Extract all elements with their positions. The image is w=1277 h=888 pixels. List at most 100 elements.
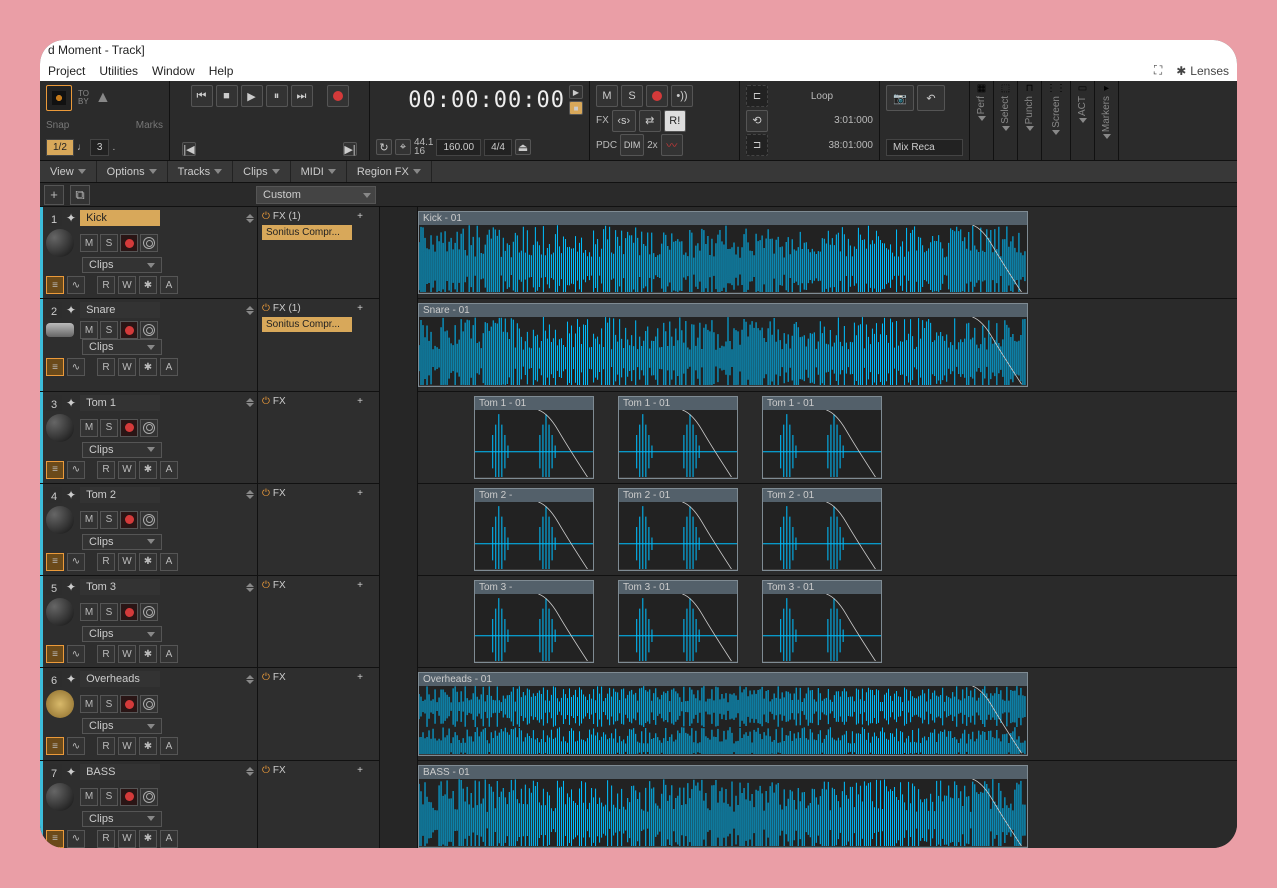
track-write-button[interactable]: W bbox=[118, 461, 136, 479]
track-collapse-toggle[interactable] bbox=[246, 675, 254, 684]
track-archive-button[interactable]: A bbox=[160, 737, 178, 755]
regionfx-tab[interactable]: Region FX bbox=[347, 161, 432, 182]
track-solo-button[interactable]: S bbox=[100, 321, 118, 339]
tc-step-play-button[interactable]: ▶ bbox=[569, 85, 583, 99]
goto-end-button[interactable]: ▶| bbox=[343, 142, 357, 156]
play-button[interactable]: ▶ bbox=[241, 85, 263, 107]
track-clips-select[interactable]: Clips bbox=[82, 718, 162, 734]
timeline-pane[interactable]: Kick - 01 Snare - 01 Tom 1 - 01 Tom 1 - … bbox=[418, 207, 1237, 848]
clip-fadeout[interactable] bbox=[967, 225, 1027, 292]
lenses-button[interactable]: ✱ Lenses bbox=[1176, 64, 1229, 78]
track-automation-lane-button[interactable]: ≡ bbox=[46, 830, 64, 848]
clip-fadeout[interactable] bbox=[533, 502, 593, 569]
tc-mode-button[interactable]: ■ bbox=[569, 101, 583, 115]
loop-toggle-icon[interactable]: ⟲ bbox=[746, 110, 768, 132]
track-arm-button[interactable] bbox=[120, 234, 138, 252]
track-envelope-button[interactable]: ∿ bbox=[67, 830, 85, 848]
track-read-button[interactable]: R bbox=[97, 358, 115, 376]
audio-clip[interactable]: Tom 2 - 01 bbox=[762, 488, 882, 571]
track-clips-select[interactable]: Clips bbox=[82, 626, 162, 642]
track-read-button[interactable]: R bbox=[97, 276, 115, 294]
fx-count[interactable]: FX bbox=[273, 672, 286, 683]
track-strip[interactable]: 2 ✦ Snare M S Clips ≡ ∿ bbox=[40, 299, 379, 391]
track-read-button[interactable]: R bbox=[97, 553, 115, 571]
track-monitor-button[interactable] bbox=[140, 234, 158, 252]
audio-clip[interactable]: Tom 1 - 01 bbox=[762, 396, 882, 479]
track-read-button[interactable]: R bbox=[97, 830, 115, 848]
mute-button[interactable]: M bbox=[596, 85, 618, 107]
track-archive-button[interactable]: A bbox=[160, 358, 178, 376]
fx-label[interactable]: FX bbox=[596, 115, 609, 126]
track-mute-button[interactable]: M bbox=[80, 234, 98, 252]
menu-utilities[interactable]: Utilities bbox=[99, 64, 138, 78]
track-arm-button[interactable] bbox=[120, 511, 138, 529]
view-tab[interactable]: View bbox=[40, 161, 97, 182]
menu-help[interactable]: Help bbox=[209, 64, 234, 78]
track-mute-button[interactable]: M bbox=[80, 419, 98, 437]
track-mute-button[interactable]: M bbox=[80, 788, 98, 806]
track-mute-button[interactable]: M bbox=[80, 511, 98, 529]
track-strip[interactable]: 7 ✦ BASS M S Clips ≡ ∿ bbox=[40, 761, 379, 848]
track-clips-select[interactable]: Clips bbox=[82, 811, 162, 827]
track-monitor-button[interactable] bbox=[140, 419, 158, 437]
track-collapse-toggle[interactable] bbox=[246, 490, 254, 499]
act-panel-button[interactable]: ▭ACT bbox=[1071, 81, 1095, 160]
track-read-button[interactable]: R bbox=[97, 461, 115, 479]
fx-add-button[interactable]: + bbox=[357, 211, 363, 222]
clip-fadeout[interactable] bbox=[967, 317, 1027, 384]
clip-fadeout[interactable] bbox=[967, 686, 1027, 753]
track-automation-lane-button[interactable]: ≡ bbox=[46, 358, 64, 376]
track-freeze-button[interactable] bbox=[139, 830, 157, 848]
fx-add-button[interactable]: + bbox=[357, 396, 363, 407]
fx-count[interactable]: FX bbox=[273, 396, 286, 407]
loop-icon[interactable]: ↻ bbox=[376, 139, 392, 155]
track-write-button[interactable]: W bbox=[118, 358, 136, 376]
track-write-button[interactable]: W bbox=[118, 830, 136, 848]
menu-project[interactable]: Project bbox=[48, 64, 85, 78]
select-panel-button[interactable]: ⬚Select bbox=[994, 81, 1018, 160]
track-automation-lane-button[interactable]: ≡ bbox=[46, 553, 64, 571]
fx-power-icon[interactable]: ⏻ bbox=[262, 672, 270, 683]
audio-clip[interactable]: Tom 1 - 01 bbox=[474, 396, 594, 479]
track-solo-button[interactable]: S bbox=[100, 511, 118, 529]
fx-count[interactable]: FX (1) bbox=[273, 211, 301, 222]
track-strip[interactable]: 5 ✦ Tom 3 M S Clips ≡ ∿ bbox=[40, 576, 379, 668]
timeline-lane[interactable]: BASS - 01 bbox=[418, 761, 1237, 848]
track-solo-button[interactable]: S bbox=[100, 695, 118, 713]
track-automation-lane-button[interactable]: ≡ bbox=[46, 645, 64, 663]
track-archive-button[interactable]: A bbox=[160, 276, 178, 294]
mixrecall-select[interactable]: Mix Reca bbox=[886, 139, 963, 156]
track-monitor-button[interactable] bbox=[140, 321, 158, 339]
fx-power-icon[interactable]: ⏻ bbox=[262, 303, 270, 314]
clip-fadeout[interactable] bbox=[677, 410, 737, 477]
timeline-lane[interactable]: Tom 1 - 01 Tom 1 - 01 Tom 1 - 01 bbox=[418, 392, 1237, 484]
track-arm-button[interactable] bbox=[120, 321, 138, 339]
tuner-icon[interactable]: ⏏ bbox=[515, 139, 531, 155]
wave-icon[interactable]: 〰 bbox=[661, 134, 683, 156]
track-name[interactable]: Tom 1 bbox=[80, 395, 160, 411]
track-archive-button[interactable]: A bbox=[160, 553, 178, 571]
fx-add-button[interactable]: + bbox=[357, 303, 363, 314]
clip-fadeout[interactable] bbox=[677, 502, 737, 569]
audio-clip[interactable]: Tom 2 - 01 bbox=[618, 488, 738, 571]
timesig-display[interactable]: 4/4 bbox=[484, 139, 512, 156]
undo-icon[interactable]: ↶ bbox=[917, 85, 945, 111]
stop-button[interactable]: ■ bbox=[216, 85, 238, 107]
track-collapse-toggle[interactable] bbox=[246, 306, 254, 315]
track-solo-button[interactable]: S bbox=[100, 234, 118, 252]
fx-count[interactable]: FX bbox=[273, 765, 286, 776]
timeline-lane[interactable]: Kick - 01 bbox=[418, 207, 1237, 299]
solo-button[interactable]: S bbox=[621, 85, 643, 107]
fx-count[interactable]: FX bbox=[273, 580, 286, 591]
add-track-button[interactable]: + bbox=[44, 185, 64, 205]
track-collapse-toggle[interactable] bbox=[246, 214, 254, 223]
track-freeze-button[interactable] bbox=[139, 358, 157, 376]
fx-power-icon[interactable]: ⏻ bbox=[262, 580, 270, 591]
track-freeze-button[interactable] bbox=[139, 553, 157, 571]
track-monitor-button[interactable] bbox=[140, 603, 158, 621]
ks-button[interactable]: ‹s› bbox=[612, 110, 636, 132]
markers-panel-button[interactable]: ▸Markers bbox=[1095, 81, 1119, 160]
ffwd-button[interactable]: ⏭ bbox=[291, 85, 313, 107]
clip-fadeout[interactable] bbox=[967, 779, 1027, 846]
track-read-button[interactable]: R bbox=[97, 737, 115, 755]
